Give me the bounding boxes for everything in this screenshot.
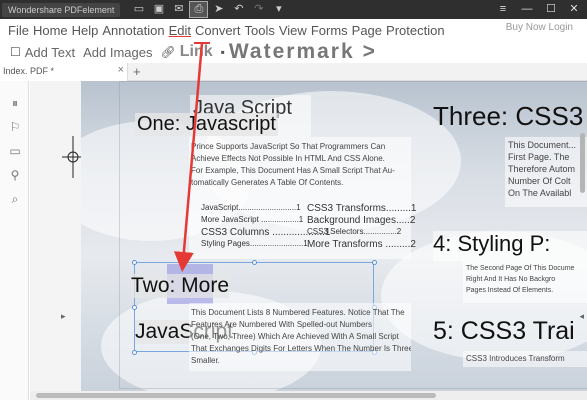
toolbar-more-button[interactable]: >	[363, 40, 377, 64]
minimize-button[interactable]: —	[516, 0, 538, 19]
thumbnails-icon[interactable]: ⏸	[7, 95, 23, 111]
document-tab[interactable]: Index. PDF * ×	[0, 62, 128, 81]
menu-tools[interactable]: Tools	[245, 23, 275, 38]
horizontal-scrollbar-track[interactable]	[30, 391, 587, 400]
pdf-page[interactable]: Java Script One: Javascript Prince Suppo…	[81, 81, 587, 400]
heading-two-line1[interactable]: Two: More	[131, 274, 230, 298]
add-images-button[interactable]: Add Images	[83, 45, 152, 60]
menu-page[interactable]: Page	[352, 23, 382, 38]
menu-view[interactable]: View	[279, 23, 307, 38]
five-paragraph[interactable]: CSS3 Introduces Transform	[466, 353, 587, 365]
horizontal-scrollbar[interactable]	[36, 393, 436, 398]
add-text-button[interactable]: Add Text	[25, 45, 75, 60]
bookmark-icon[interactable]: ⚐	[7, 119, 23, 135]
folder-icon[interactable]: ▭	[130, 2, 147, 17]
collapse-left-icon[interactable]: ▸	[61, 311, 66, 322]
intro-paragraph[interactable]: Prince Supports JavaScript So That Progr…	[191, 141, 411, 189]
document-tab-strip: Index. PDF * × +	[0, 62, 587, 81]
vertical-scrollbar[interactable]	[580, 133, 585, 193]
heading-four[interactable]: 4: Styling P:	[433, 231, 550, 257]
menu-protection[interactable]: Protection	[386, 23, 445, 38]
menu-file[interactable]: File	[8, 23, 29, 38]
close-button[interactable]: ✕	[563, 0, 585, 19]
menu-bar: File Home Help Annotation Edit Convert T…	[0, 19, 587, 41]
buy-now-login[interactable]: Buy Now Login	[506, 22, 573, 33]
link-icon: 🔗︎	[160, 45, 176, 59]
pointer-icon[interactable]: ➤	[210, 2, 227, 17]
three-paragraph[interactable]: This Document... First Page. The Therefo…	[508, 139, 587, 199]
menu-icon[interactable]: ≡	[492, 0, 514, 19]
menu-annotation[interactable]: Annotation	[102, 23, 164, 38]
mail-icon[interactable]: ✉	[170, 2, 187, 17]
menu-forms[interactable]: Forms	[311, 23, 348, 38]
two-paragraph[interactable]: This Document Lists 8 Numbered Features.…	[191, 307, 411, 367]
toc-right[interactable]: CSS3 Transforms.........1 Background Ima…	[307, 203, 417, 253]
print-icon[interactable]: ⎙	[189, 1, 209, 18]
collapse-right-icon[interactable]: ◂	[579, 311, 584, 322]
left-panel-rail: ⏸ ⚐ ▭ ⚲ ⌕	[0, 81, 29, 400]
edit-toolbar: ☐ Add Text Add Images 🔗︎ Link ▪ Watermar…	[0, 40, 587, 64]
new-tab-icon[interactable]: +	[133, 64, 141, 79]
heading-three[interactable]: Three: CSS3	[433, 101, 583, 132]
close-tab-icon[interactable]: ×	[118, 64, 124, 76]
menu-help[interactable]: Help	[72, 23, 99, 38]
heading-five[interactable]: 5: CSS3 Trai	[433, 317, 575, 346]
redo-icon[interactable]: ↷	[250, 2, 267, 17]
heading-one[interactable]: One: Javascript	[135, 113, 278, 136]
link-button[interactable]: Link	[180, 43, 213, 61]
menu-convert[interactable]: Convert	[195, 23, 241, 38]
document-tab-label: Index. PDF *	[3, 65, 55, 76]
watermark-button[interactable]: Watermark	[229, 40, 355, 64]
menu-edit[interactable]: Edit	[169, 23, 191, 38]
menu-home[interactable]: Home	[33, 23, 68, 38]
maximize-button[interactable]: ☐	[540, 0, 562, 19]
four-paragraph[interactable]: The Second Page Of This Docume Right And…	[466, 263, 587, 296]
search-icon[interactable]: ⌕	[7, 191, 23, 207]
watermark-icon: ▪	[220, 45, 225, 59]
app-title: Wondershare PDFelement	[2, 2, 121, 17]
dropdown-icon[interactable]: ▾	[270, 2, 287, 17]
toc-left[interactable]: JavaScript..........................1 Mo…	[201, 203, 331, 253]
add-text-icon: ☐	[10, 45, 21, 59]
document-viewer[interactable]: ▸ Java Script One: Javascript Prince Sup…	[30, 81, 587, 400]
title-bar: Wondershare PDFelement ▭ ▣ ✉ ⎙ ➤ ↶ ↷ ▾ ≡…	[0, 0, 587, 19]
undo-icon[interactable]: ↶	[230, 2, 247, 17]
save-icon[interactable]: ▣	[150, 2, 167, 17]
comment-icon[interactable]: ▭	[7, 143, 23, 159]
attachment-icon[interactable]: ⚲	[7, 167, 23, 183]
